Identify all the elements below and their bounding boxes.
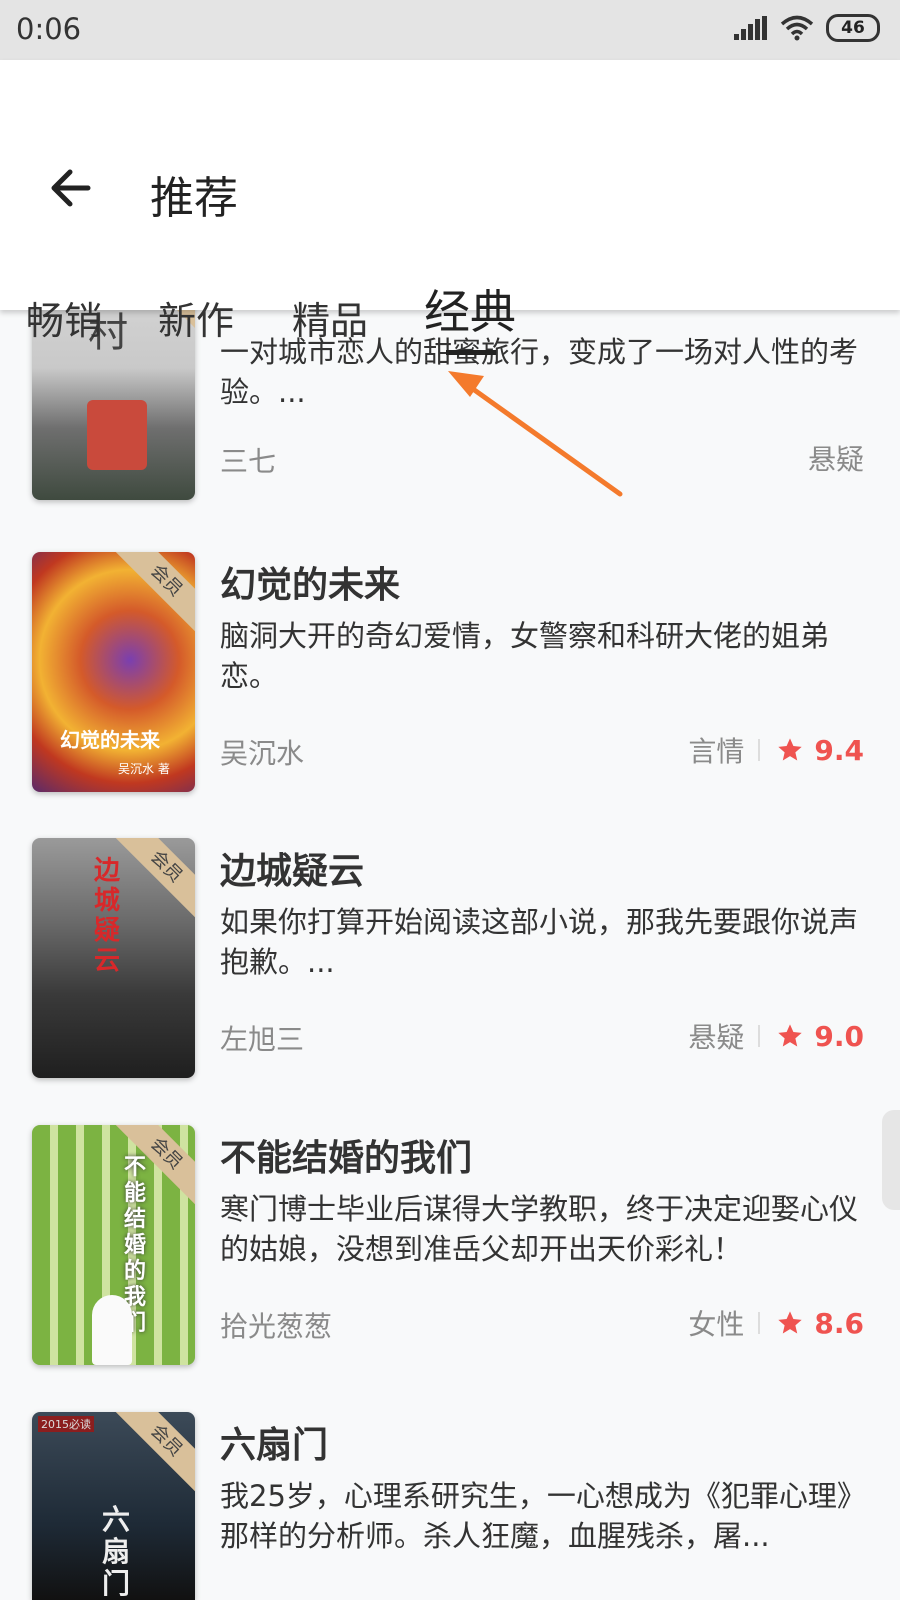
tab-bestseller[interactable]: 畅销 (26, 290, 102, 345)
list-item[interactable]: 会员 边城疑云 边城疑云 如果你打算开始阅读这部小说，那我先要跟你说声抱歉。..… (0, 838, 900, 1088)
tab-classic[interactable]: 经典 (424, 276, 516, 342)
arrow-left-icon (51, 169, 91, 207)
book-meta: 女性 8.6 (688, 1303, 864, 1343)
book-genre: 言情 (688, 735, 745, 768)
book-title[interactable]: 边城疑云 (220, 842, 364, 894)
book-cover[interactable]: 会员 幻觉的未来 吴沉水 著 (32, 552, 195, 792)
cover-author: 吴沉水 著 (118, 762, 170, 776)
book-meta: 言情 9.4 (688, 730, 864, 770)
book-genre: 悬疑 (688, 1021, 745, 1054)
cover-badge: 会员 (109, 552, 195, 638)
star-icon (778, 1311, 803, 1334)
book-author: 拾光葱葱 (220, 1310, 333, 1343)
list-item[interactable]: 会员 不能结婚的我们 不能结婚的我们 寒门博士毕业后谋得大学教职，终于决定迎娶心… (0, 1125, 900, 1375)
cover-image (92, 1295, 132, 1365)
book-cover[interactable]: 会员 不能结婚的我们 (32, 1125, 195, 1365)
divider (758, 739, 761, 761)
book-meta: 悬疑 (808, 438, 864, 478)
book-title[interactable]: 六扇门 (220, 1416, 328, 1468)
tab-new[interactable]: 新作 (158, 290, 234, 345)
book-meta: 悬疑 9.0 (688, 1016, 864, 1056)
scroll-edge-indicator (882, 1110, 900, 1210)
list-item[interactable]: 会员 2015必读 六扇门 六扇门 我25岁，心理系研究生，一心想成为《犯罪心理… (0, 1412, 900, 1600)
book-cover[interactable]: 会员 2015必读 六扇门 (32, 1412, 195, 1600)
divider (758, 1312, 761, 1334)
divider (758, 1025, 761, 1047)
cover-badge: 会员 (109, 1412, 195, 1498)
star-icon (778, 738, 803, 761)
cover-title: 六扇门 (102, 1503, 131, 1600)
cover-image (87, 400, 147, 470)
back-button[interactable] (40, 158, 100, 218)
book-genre: 悬疑 (807, 443, 864, 476)
cover-tag: 2015必读 (38, 1416, 94, 1432)
book-author: 吴沉水 (220, 737, 305, 770)
book-description: 脑洞大开的奇幻爱情，女警察和科研大佬的姐弟恋。 (220, 619, 830, 693)
book-title[interactable]: 幻觉的未来 (220, 556, 400, 608)
list-item[interactable]: 会员 幻觉的未来 吴沉水 著 幻觉的未来 脑洞大开的奇幻爱情，女警察和科研大佬的… (0, 552, 900, 802)
book-title[interactable]: 不能结婚的我们 (220, 1129, 472, 1181)
book-rating: 9.0 (814, 1019, 864, 1053)
tab-premium[interactable]: 精品 (292, 290, 368, 345)
active-tab-indicator (446, 350, 496, 355)
page-title: 推荐 (150, 173, 238, 224)
book-author: 左旭三 (220, 1023, 305, 1056)
book-description: 寒门博士毕业后谋得大学教职，终于决定迎娶心仪的姑娘，没想到准岳父却开出天价彩礼！ (220, 1192, 859, 1266)
cover-badge: 会员 (109, 1125, 195, 1211)
cover-title: 边城疑云 (94, 856, 121, 976)
tab-bar: 畅销 新作 精品 经典 (0, 280, 900, 370)
book-genre: 女性 (688, 1308, 745, 1341)
book-description: 我25岁，心理系研究生，一心想成为《犯罪心理》那样的分析师。杀人狂魔，血腥残杀，… (220, 1479, 866, 1553)
book-rating: 8.6 (814, 1306, 864, 1340)
cover-title: 幻觉的未来 (60, 728, 160, 752)
star-icon (778, 1024, 803, 1047)
book-description: 如果你打算开始阅读这部小说，那我先要跟你说声抱歉。... (220, 905, 859, 979)
app-header: 推荐 畅销 新作 精品 经典 (0, 60, 900, 355)
book-cover[interactable]: 会员 边城疑云 (32, 838, 195, 1078)
book-rating: 9.4 (814, 733, 864, 767)
book-author: 三七 (220, 445, 277, 478)
